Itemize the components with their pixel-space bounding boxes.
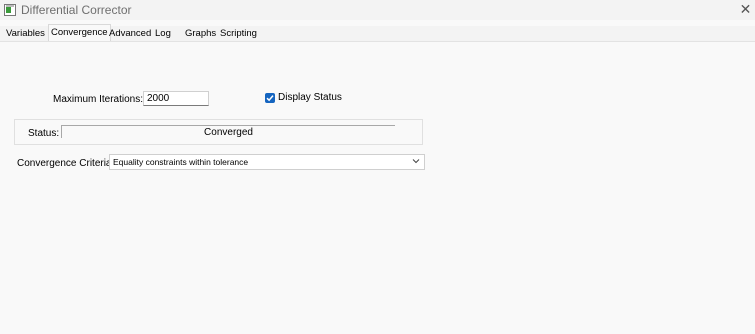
display-status-label: Display Status bbox=[278, 92, 342, 103]
status-label: Status: bbox=[28, 128, 60, 139]
convergence-criteria-select[interactable]: Equality constraints within tolerance bbox=[109, 154, 425, 170]
checkmark-icon bbox=[266, 95, 274, 102]
tab-convergence[interactable]: Convergence bbox=[48, 24, 111, 41]
tab-bar: Variables Convergence Advanced Log Graph… bbox=[0, 24, 755, 42]
tab-log[interactable]: Log bbox=[155, 28, 171, 39]
status-value: Converged bbox=[61, 125, 395, 138]
tab-scripting[interactable]: Scripting bbox=[220, 28, 257, 39]
max-iterations-input[interactable]: 2000 bbox=[143, 91, 209, 106]
tab-graphs[interactable]: Graphs bbox=[185, 28, 216, 39]
convergence-criteria-label: Convergence Criteria: bbox=[17, 158, 115, 169]
tab-advanced[interactable]: Advanced bbox=[109, 28, 151, 39]
title-bar: Differential Corrector ✕ bbox=[0, 0, 755, 20]
tab-variables[interactable]: Variables bbox=[6, 28, 45, 39]
display-status-checkbox[interactable] bbox=[265, 93, 275, 103]
convergence-criteria-value: Equality constraints within tolerance bbox=[113, 157, 249, 167]
convergence-panel bbox=[0, 42, 755, 334]
max-iterations-label: Maximum Iterations: bbox=[53, 94, 144, 105]
close-icon[interactable]: ✕ bbox=[736, 0, 755, 20]
window-title: Differential Corrector bbox=[21, 3, 132, 17]
app-window-icon bbox=[4, 4, 16, 16]
chevron-down-icon bbox=[412, 159, 420, 164]
